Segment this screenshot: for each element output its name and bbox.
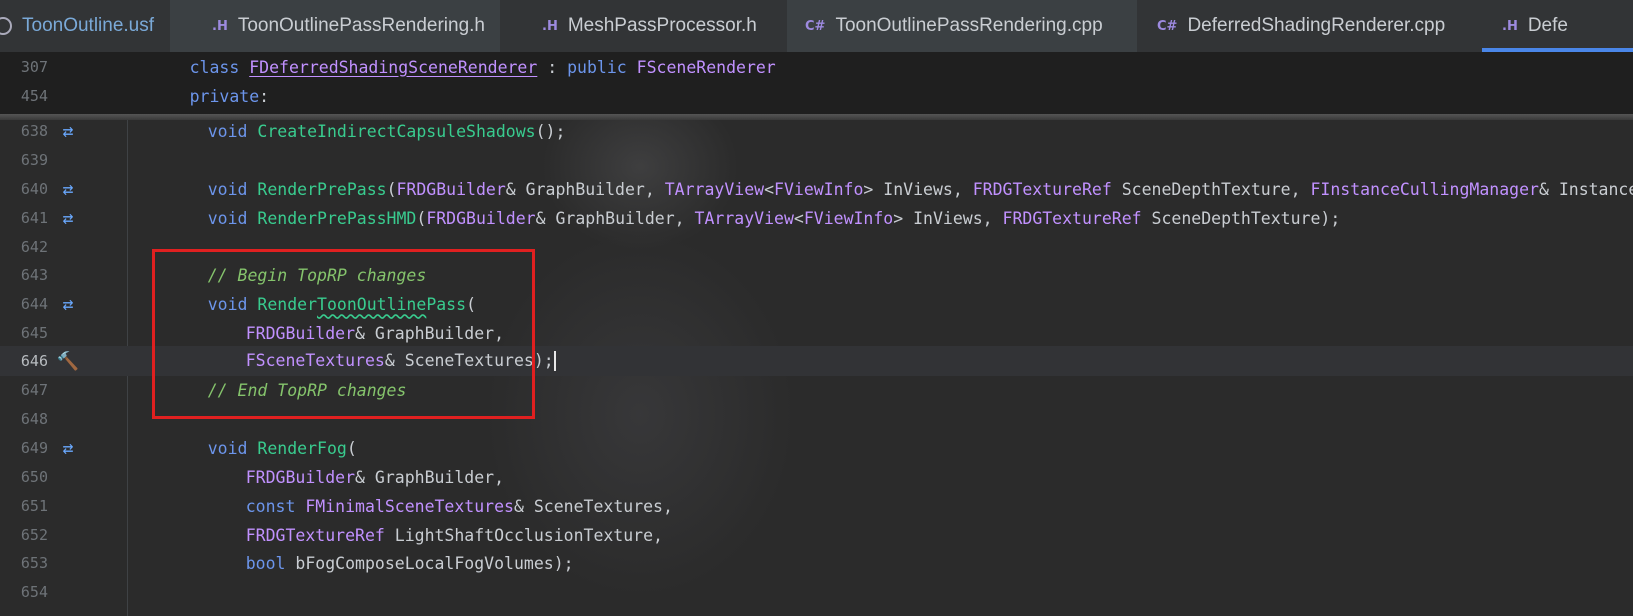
code-line-653[interactable]: 653 bool bFogComposeLocalFogVolumes);	[0, 548, 1633, 578]
implementation-navigate-icon[interactable]: ⇄	[56, 293, 80, 315]
tab-label: ToonOutline.usf	[22, 15, 155, 36]
line-number: 643	[20, 266, 48, 284]
cpp-file-icon: C#	[805, 18, 826, 34]
line-number: 641	[20, 209, 48, 227]
code-token: & GraphBuilder,	[535, 208, 695, 228]
line-number: 652	[20, 526, 48, 544]
line-number: 649	[20, 439, 48, 457]
text-caret	[553, 351, 556, 372]
implementation-navigate-icon[interactable]: ⇄	[56, 207, 80, 229]
code-token: FRDGBuilder	[426, 208, 536, 228]
line-number: 646	[20, 352, 48, 370]
code-token: bFogComposeLocalFogVolumes);	[295, 553, 574, 573]
tab-label: MeshPassProcessor.h	[567, 15, 757, 36]
usf-file-icon	[0, 17, 12, 35]
code-token: <	[793, 208, 804, 228]
code-token: void	[207, 208, 258, 228]
line-number: 645	[20, 324, 48, 342]
implementation-navigate-icon[interactable]: ⇄	[56, 120, 80, 142]
implementation-navigate-icon[interactable]: ⇄	[56, 178, 80, 200]
hammer-icon[interactable]: 🔨	[56, 350, 80, 372]
line-number: 650	[20, 468, 48, 486]
code-token: public	[567, 57, 637, 77]
code-line-654[interactable]: 654	[0, 577, 1633, 607]
code-line-647[interactable]: 647 // End TopRP changes	[0, 375, 1633, 405]
tab-deferredshadingrenderer-h[interactable]: .H Defe	[1482, 0, 1633, 52]
tab-toonoutlinepassrendering-cpp[interactable]: C# ToonOutlinePassRendering.cpp	[787, 0, 1137, 52]
code-token: void	[207, 121, 258, 141]
implementation-navigate-icon[interactable]: ⇄	[56, 437, 80, 459]
header-file-icon: .H	[212, 18, 228, 34]
line-number: 653	[20, 554, 48, 572]
code-token: ();	[535, 121, 566, 141]
code-token: > InViews,	[893, 208, 1003, 228]
line-number: 454	[20, 87, 48, 105]
line-number: 642	[20, 238, 48, 256]
code-token: FViewInfo	[803, 208, 894, 228]
code-line-638[interactable]: 638 ⇄ void CreateIndirectCapsuleShadows(…	[0, 116, 1633, 146]
code-token: TArrayView	[694, 208, 794, 228]
code-line-641[interactable]: 641 ⇄ void RenderPrePassHMD(FRDGBuilder&…	[0, 203, 1633, 233]
tab-label: ToonOutlinePassRendering.cpp	[835, 15, 1103, 36]
code-token: (	[416, 208, 427, 228]
code-token: FDeferredShadingSceneRenderer	[249, 57, 538, 77]
code-token: & SceneTextures);	[384, 350, 554, 370]
code-token: bool	[245, 553, 296, 573]
code-token: FInstanceCullingManager	[1310, 179, 1539, 199]
code-token: & InstanceCu	[1538, 179, 1633, 199]
tab-label: ToonOutlinePassRendering.h	[237, 15, 485, 36]
code-token: RenderPrePassHMD	[257, 208, 417, 228]
code-token: CreateIndirectCapsuleShadows	[257, 121, 536, 141]
line-number: 648	[20, 410, 48, 428]
line-number: 638	[20, 122, 48, 140]
header-file-icon: .H	[542, 18, 558, 34]
line-number: 639	[20, 151, 48, 169]
line-number: 654	[20, 583, 48, 601]
header-file-icon: .H	[1502, 18, 1518, 34]
line-number: 651	[20, 497, 48, 515]
line-number: 647	[20, 381, 48, 399]
line-number: 307	[20, 58, 48, 76]
line-number: 644	[20, 295, 48, 313]
code-token: FSceneRenderer	[636, 57, 776, 77]
code-comment: // End TopRP changes	[207, 380, 407, 400]
tab-deferredshadingrenderer-cpp[interactable]: C# DeferredShadingRenderer.cpp	[1137, 0, 1482, 52]
tab-label: Defe	[1527, 15, 1568, 36]
tab-label: DeferredShadingRenderer.cpp	[1187, 15, 1446, 36]
cpp-file-icon: C#	[1157, 18, 1178, 34]
code-token: SceneDepthTexture);	[1141, 208, 1341, 228]
code-token: :	[537, 57, 568, 77]
code-token: FRDGTextureRef	[1002, 208, 1142, 228]
line-number: 640	[20, 180, 48, 198]
